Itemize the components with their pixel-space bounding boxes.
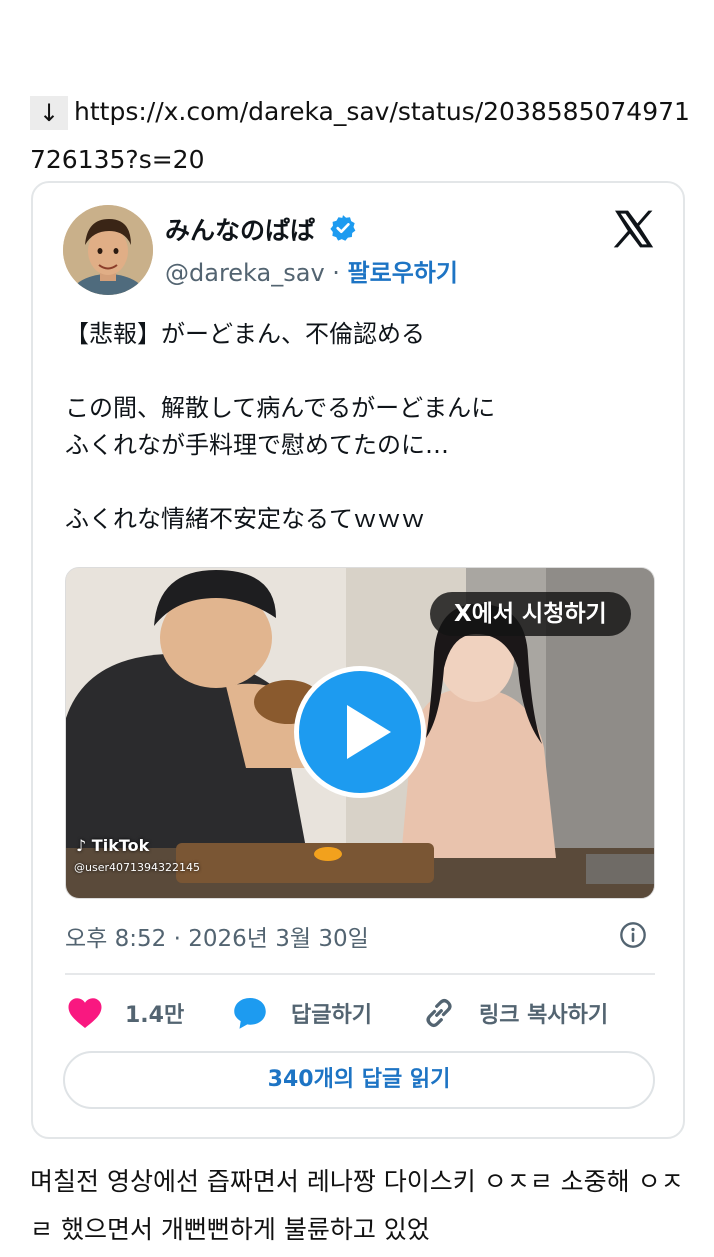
tweet-url[interactable]: https://x.com/dareka_sav/status/20385850… <box>30 97 690 174</box>
handle-row: @dareka_sav · 팔로우하기 <box>165 253 458 288</box>
divider <box>65 973 655 975</box>
post-caption: 며칠전 영상에선 즙짜면서 레나짱 다이스키 ㅇㅈㄹ 소중해 ㅇㅈㄹ 했으면서 … <box>30 1167 684 1244</box>
reply-button[interactable]: 답글하기 <box>231 995 372 1031</box>
verified-badge-icon <box>330 215 356 241</box>
tiktok-label: TikTok <box>91 836 150 855</box>
copy-link-label: 링크 복사하기 <box>479 1003 609 1028</box>
handle[interactable]: @dareka_sav <box>165 259 325 287</box>
link-icon <box>426 998 452 1028</box>
reply-bubble-icon <box>234 998 266 1029</box>
watch-on-x-badge[interactable]: X에서 시청하기 <box>430 592 631 636</box>
like-button[interactable]: 1.4만 <box>67 995 184 1031</box>
x-logo-icon[interactable] <box>611 207 655 251</box>
info-icon[interactable] <box>619 921 647 949</box>
like-count: 1.4만 <box>125 1003 185 1028</box>
video-preview[interactable]: X에서 시청하기 ♪ TikTok @user4071394322145 <box>65 567 655 899</box>
tweet-url-line[interactable]: ↓ https://x.com/dareka_sav/status/2038585… <box>30 88 690 184</box>
follow-button[interactable]: 팔로우하기 <box>348 259 458 287</box>
play-button[interactable] <box>294 666 426 798</box>
down-arrow-icon: ↓ <box>30 96 68 130</box>
timestamp[interactable]: 오후 8:52 · 2026년 3월 30일 <box>65 919 369 953</box>
avatar[interactable] <box>63 205 153 295</box>
tiktok-icon: ♪ <box>76 836 87 855</box>
tweet-embed-card[interactable]: みんなのぱぱ @dareka_sav · 팔로우하기 【悲報】がーどまん、不倫認… <box>31 181 685 1139</box>
read-replies-button[interactable]: 340개의 답글 읽기 <box>63 1051 655 1109</box>
tiktok-username: @user4071394322145 <box>74 861 200 874</box>
tweet-text: 【悲報】がーどまん、不倫認める この間、解散して病んでるがーどまんに ふくれなが… <box>65 320 496 533</box>
heart-icon <box>68 998 102 1028</box>
display-name[interactable]: みんなのぱぱ <box>165 211 315 247</box>
reply-label: 답글하기 <box>291 1003 372 1028</box>
tiktok-watermark: ♪ TikTok <box>76 836 149 855</box>
separator: · <box>324 259 348 287</box>
copy-link-button[interactable]: 링크 복사하기 <box>421 995 608 1031</box>
play-icon <box>347 705 391 759</box>
